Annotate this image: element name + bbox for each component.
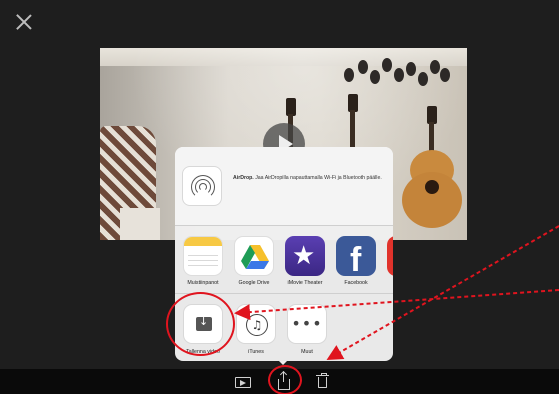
app-partial-icon (387, 236, 393, 276)
trash-icon[interactable] (316, 373, 329, 388)
more-button[interactable]: ••• Muut (283, 304, 331, 355)
itunes-button[interactable]: ♫ iTunes (232, 304, 280, 355)
more-icon: ••• (287, 304, 327, 344)
itunes-icon: ♫ (236, 304, 276, 344)
app-partial[interactable] (385, 236, 393, 276)
app-label: iMovie Theater (287, 280, 323, 286)
share-apps-row: Muistiinpanot Google Drive ★ iMovie Thea… (175, 227, 393, 291)
action-label: Tallenna video (186, 349, 220, 355)
bottom-toolbar (0, 369, 559, 394)
action-label: iTunes (248, 349, 264, 355)
share-sheet: AirDrop. Jaa AirDropilla napauttamalla W… (175, 147, 393, 361)
airdrop-section: AirDrop. Jaa AirDropilla napauttamalla W… (175, 147, 393, 225)
save-video-button[interactable]: ↓ Tallenna video (179, 304, 227, 355)
close-icon[interactable] (15, 13, 33, 31)
app-google-drive[interactable]: Google Drive (232, 236, 276, 286)
save-video-icon: ↓ (183, 304, 223, 344)
chandelier (336, 56, 456, 96)
notes-icon (183, 236, 223, 276)
app-imovie-theater[interactable]: ★ iMovie Theater (283, 236, 327, 286)
share-icon[interactable] (278, 372, 290, 390)
play-icon[interactable] (235, 377, 251, 388)
app-facebook[interactable]: f Facebook (334, 236, 378, 286)
app-label: Google Drive (238, 280, 270, 286)
app-label: Facebook (344, 280, 368, 286)
facebook-icon: f (336, 236, 376, 276)
airdrop-text: Jaa AirDropilla napauttamalla Wi-Fi ja B… (255, 175, 382, 181)
share-actions-row: ↓ Tallenna video ♫ iTunes ••• Muut (175, 293, 393, 361)
airdrop-title: AirDrop. (233, 175, 254, 181)
popover-arrow (279, 361, 287, 365)
action-label: Muut (301, 349, 313, 355)
airdrop-icon[interactable] (182, 166, 222, 206)
acoustic-guitar (398, 136, 467, 228)
google-drive-icon (234, 236, 274, 276)
imovie-theater-icon: ★ (285, 236, 325, 276)
app-label: Muistiinpanot (187, 280, 219, 286)
airdrop-description: AirDrop. Jaa AirDropilla napauttamalla W… (233, 175, 383, 182)
app-notes[interactable]: Muistiinpanot (181, 236, 225, 286)
